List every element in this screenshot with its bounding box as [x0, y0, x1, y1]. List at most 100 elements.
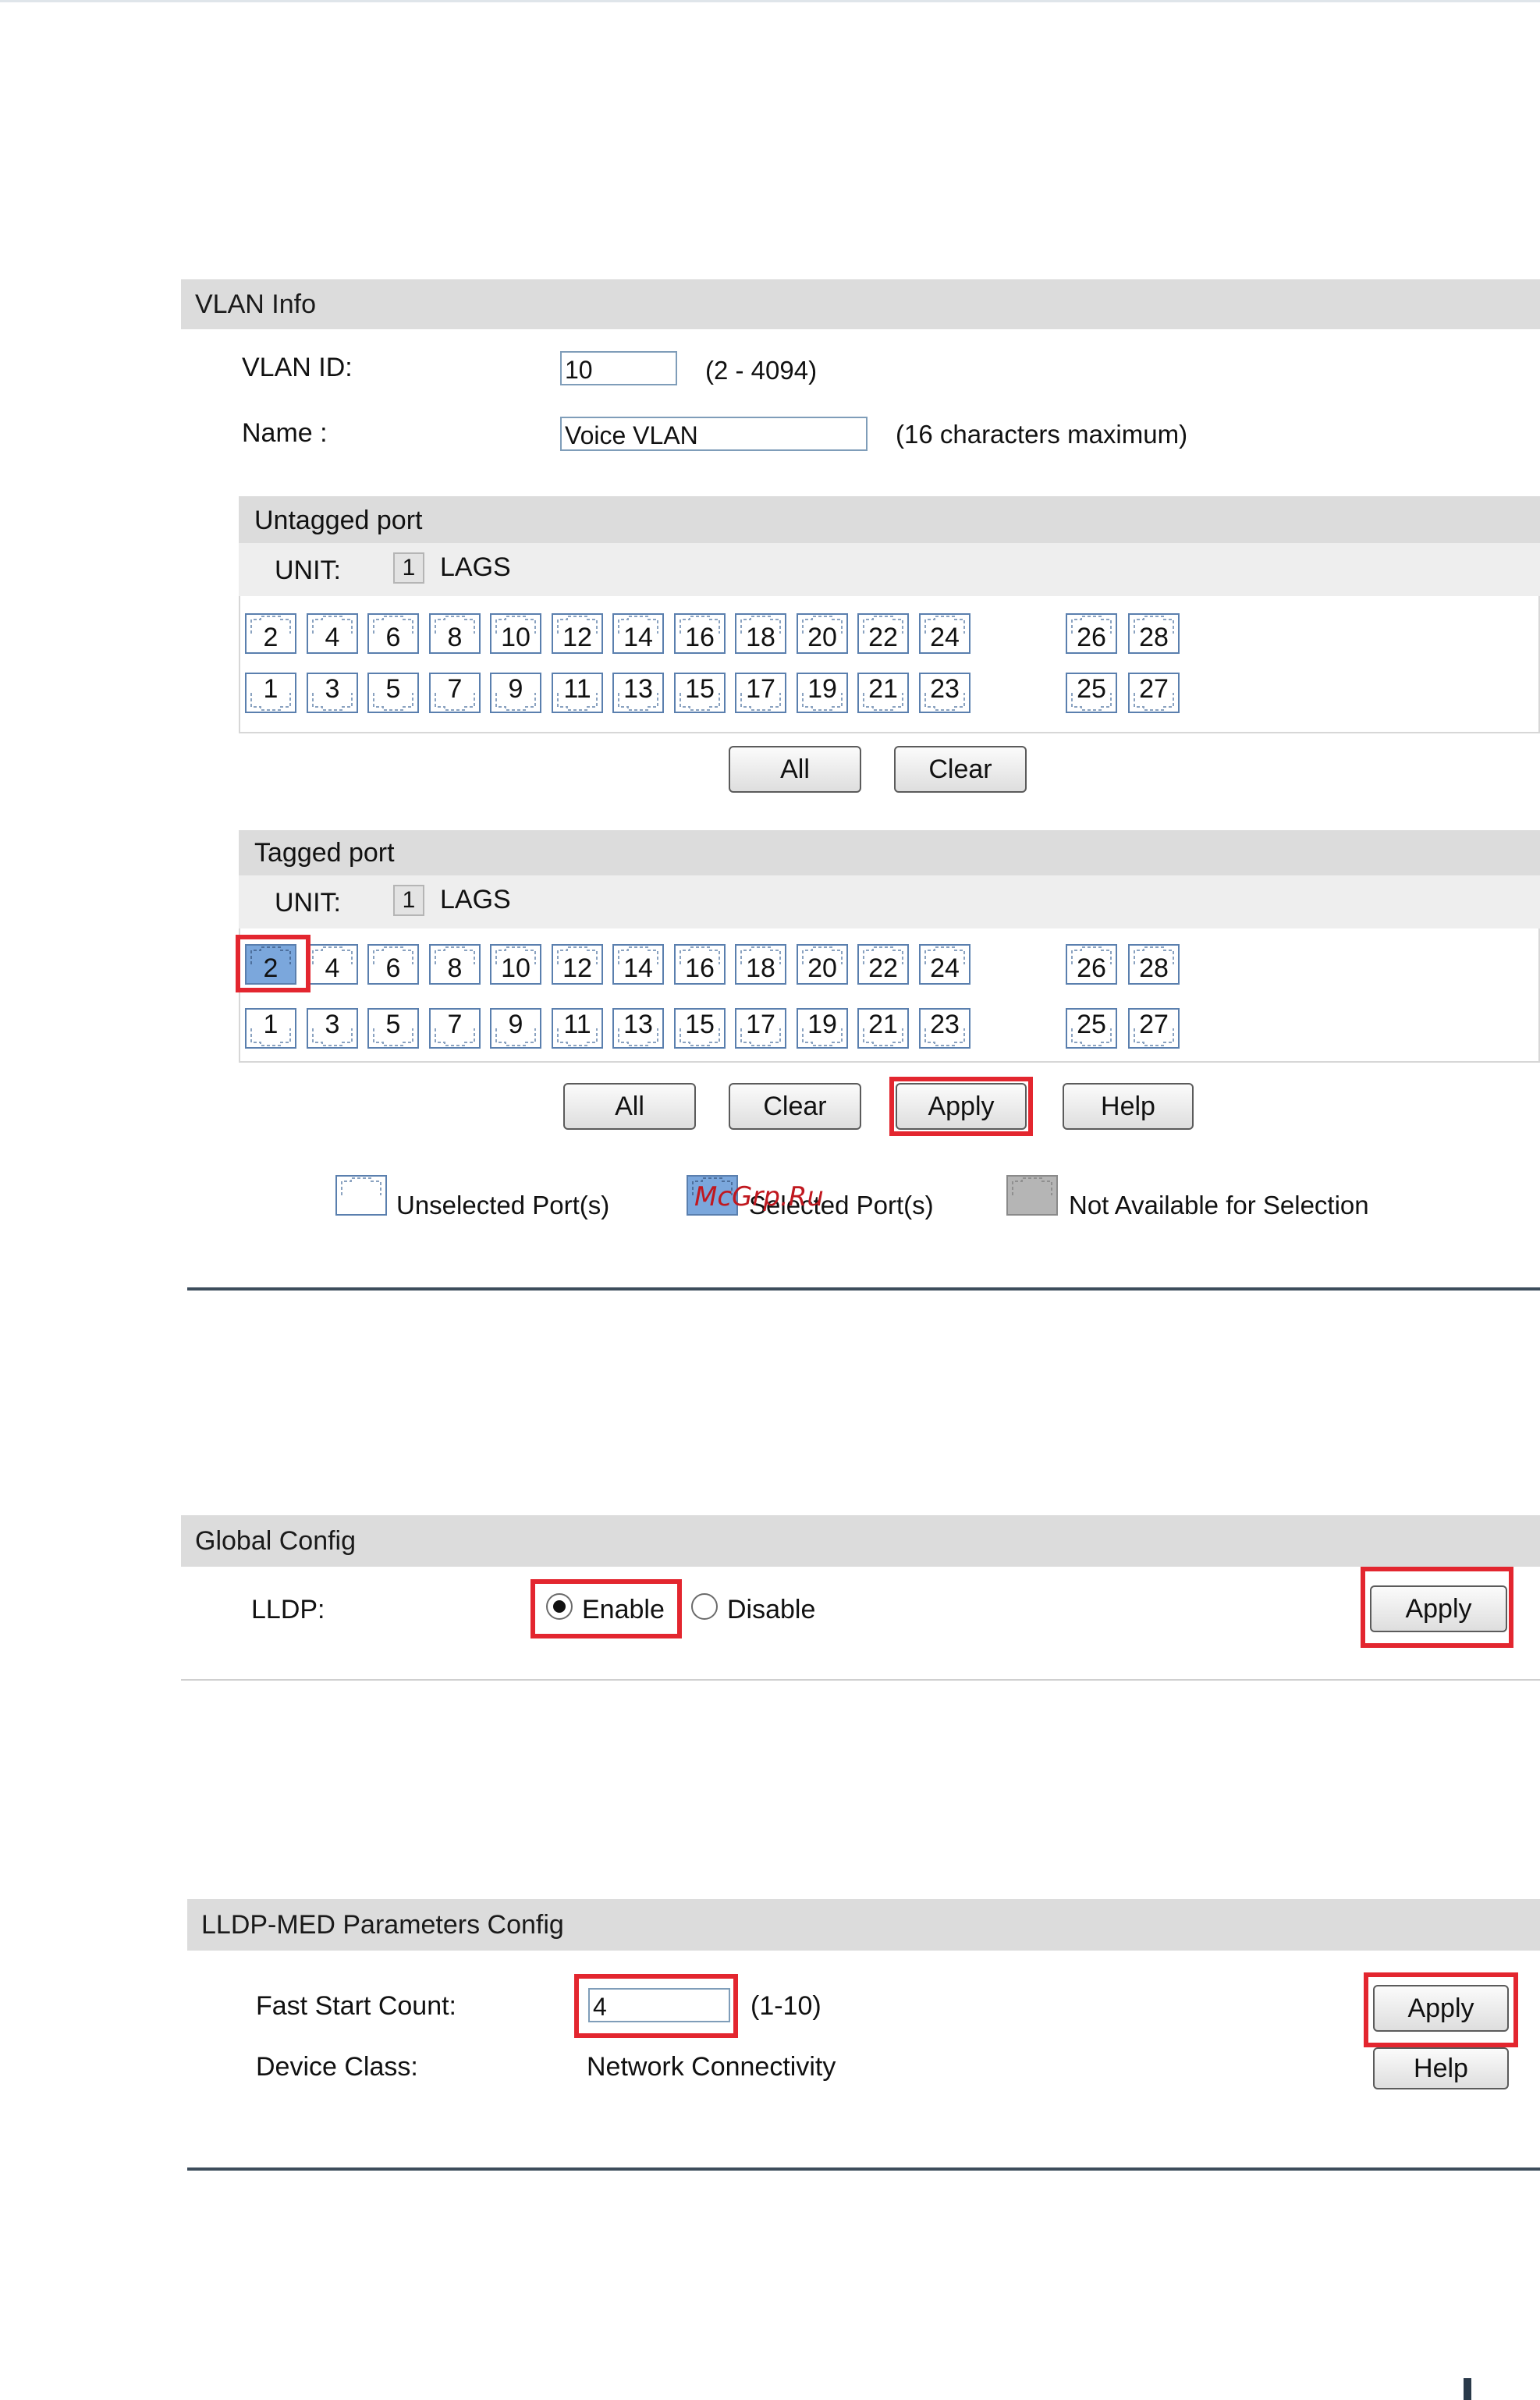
tagged-port-10[interactable]: 10: [490, 944, 541, 985]
tagged-port-12[interactable]: 12: [552, 944, 603, 985]
untagged-port-label: 25: [1077, 674, 1106, 704]
untagged-port-10[interactable]: 10: [490, 613, 541, 654]
tagged-unit-bar: UNIT: 1 LAGS: [239, 875, 1540, 928]
untagged-port-3[interactable]: 3: [307, 673, 358, 713]
untagged-port-19[interactable]: 19: [797, 673, 848, 713]
tagged-unit-1[interactable]: 1: [393, 885, 424, 916]
untagged-port-label: 7: [447, 674, 463, 704]
untagged-port-17[interactable]: 17: [735, 673, 786, 713]
untagged-port-8[interactable]: 8: [429, 613, 481, 654]
untagged-port-15[interactable]: 15: [674, 673, 726, 713]
tagged-port-label: 9: [508, 1010, 523, 1039]
untagged-port-2[interactable]: 2: [245, 613, 296, 654]
global-config-title: Global Config: [195, 1526, 357, 1556]
tagged-port-19[interactable]: 19: [797, 1008, 848, 1049]
untagged-port-label: 4: [325, 623, 340, 652]
tagged-clear-button[interactable]: Clear: [729, 1083, 861, 1130]
tagged-port-7[interactable]: 7: [429, 1008, 481, 1049]
untagged-port-4[interactable]: 4: [307, 613, 358, 654]
fast-start-label: Fast Start Count:: [256, 1991, 456, 2021]
untagged-port-28[interactable]: 28: [1128, 613, 1180, 654]
tagged-port-17[interactable]: 17: [735, 1008, 786, 1049]
untagged-port-6[interactable]: 6: [367, 613, 419, 654]
untagged-port-14[interactable]: 14: [612, 613, 664, 654]
tagged-port-8[interactable]: 8: [429, 944, 481, 985]
tagged-port-label: 17: [746, 1010, 775, 1039]
tagged-lags-tab[interactable]: LAGS: [440, 885, 511, 915]
untagged-port-label: 5: [385, 674, 401, 704]
tagged-port-label: 25: [1077, 1010, 1106, 1039]
untagged-port-24[interactable]: 24: [919, 613, 970, 654]
watermark: McGrp.Ru: [694, 1181, 824, 1212]
untagged-unit-bar: UNIT: 1 LAGS: [239, 543, 1540, 596]
tagged-port-3[interactable]: 3: [307, 1008, 358, 1049]
vlan-id-input[interactable]: 10: [560, 351, 677, 385]
tagged-port-26[interactable]: 26: [1066, 944, 1117, 985]
untagged-unit-1[interactable]: 1: [393, 552, 424, 584]
tagged-port-24[interactable]: 24: [919, 944, 970, 985]
tagged-port-label: 19: [807, 1010, 837, 1039]
untagged-port-21[interactable]: 21: [857, 673, 909, 713]
untagged-port-label: 2: [263, 623, 279, 652]
untagged-port-16[interactable]: 16: [674, 613, 726, 654]
tagged-port-18[interactable]: 18: [735, 944, 786, 985]
untagged-port-label: 27: [1139, 674, 1169, 704]
tagged-port-25[interactable]: 25: [1066, 1008, 1117, 1049]
tagged-port-5[interactable]: 5: [367, 1008, 419, 1049]
tagged-port-label: 18: [746, 953, 775, 983]
untagged-port-23[interactable]: 23: [919, 673, 970, 713]
untagged-port-5[interactable]: 5: [367, 673, 419, 713]
tagged-port-15[interactable]: 15: [674, 1008, 726, 1049]
tagged-port-14[interactable]: 14: [612, 944, 664, 985]
tagged-port-label: 21: [868, 1010, 898, 1039]
vlan-help-button[interactable]: Help: [1063, 1083, 1194, 1130]
untagged-port-7[interactable]: 7: [429, 673, 481, 713]
untagged-port-26[interactable]: 26: [1066, 613, 1117, 654]
tagged-port-label: 12: [562, 953, 592, 983]
tagged-port-22[interactable]: 22: [857, 944, 909, 985]
tagged-port-4[interactable]: 4: [307, 944, 358, 985]
tagged-port-28[interactable]: 28: [1128, 944, 1180, 985]
untagged-port-label: 10: [501, 623, 530, 652]
tagged-port-20[interactable]: 20: [797, 944, 848, 985]
tagged-port-label: 28: [1139, 953, 1169, 983]
untagged-all-button[interactable]: All: [729, 746, 861, 793]
legend-not-available-label: Not Available for Selection: [1069, 1191, 1369, 1220]
untagged-port-27[interactable]: 27: [1128, 673, 1180, 713]
untagged-port-1[interactable]: 1: [245, 673, 296, 713]
name-input[interactable]: Voice VLAN: [560, 417, 868, 451]
tagged-port-1[interactable]: 1: [245, 1008, 296, 1049]
untagged-port-13[interactable]: 13: [612, 673, 664, 713]
untagged-clear-button[interactable]: Clear: [894, 746, 1027, 793]
tagged-port-label: 3: [325, 1010, 340, 1039]
untagged-port-label: 3: [325, 674, 340, 704]
untagged-port-label: 23: [930, 674, 960, 704]
untagged-port-12[interactable]: 12: [552, 613, 603, 654]
untagged-port-20[interactable]: 20: [797, 613, 848, 654]
tagged-port-6[interactable]: 6: [367, 944, 419, 985]
tagged-port-23[interactable]: 23: [919, 1008, 970, 1049]
lldp-med-help-button[interactable]: Help: [1373, 2047, 1509, 2089]
tagged-all-button[interactable]: All: [563, 1083, 696, 1130]
untagged-port-18[interactable]: 18: [735, 613, 786, 654]
lldp-disable-label[interactable]: Disable: [727, 1595, 815, 1625]
lldp-disable-radio[interactable]: [691, 1593, 718, 1620]
fast-start-hint: (1-10): [750, 1991, 821, 2021]
untagged-lags-tab[interactable]: LAGS: [440, 552, 511, 583]
tagged-port-label: 24: [930, 953, 960, 983]
tagged-port-13[interactable]: 13: [612, 1008, 664, 1049]
section-divider-2: [181, 1679, 1540, 1681]
tagged-port-label: 1: [263, 1010, 279, 1039]
untagged-port-11[interactable]: 11: [552, 673, 603, 713]
tagged-port-21[interactable]: 21: [857, 1008, 909, 1049]
section-divider-1: [187, 1287, 1540, 1291]
tagged-port-16[interactable]: 16: [674, 944, 726, 985]
untagged-port-22[interactable]: 22: [857, 613, 909, 654]
untagged-port-25[interactable]: 25: [1066, 673, 1117, 713]
tagged-port-9[interactable]: 9: [490, 1008, 541, 1049]
lldp-med-title: LLDP-MED Parameters Config: [201, 1910, 564, 1940]
device-class-value: Network Connectivity: [587, 2052, 836, 2082]
untagged-port-9[interactable]: 9: [490, 673, 541, 713]
tagged-port-11[interactable]: 11: [552, 1008, 603, 1049]
tagged-port-27[interactable]: 27: [1128, 1008, 1180, 1049]
